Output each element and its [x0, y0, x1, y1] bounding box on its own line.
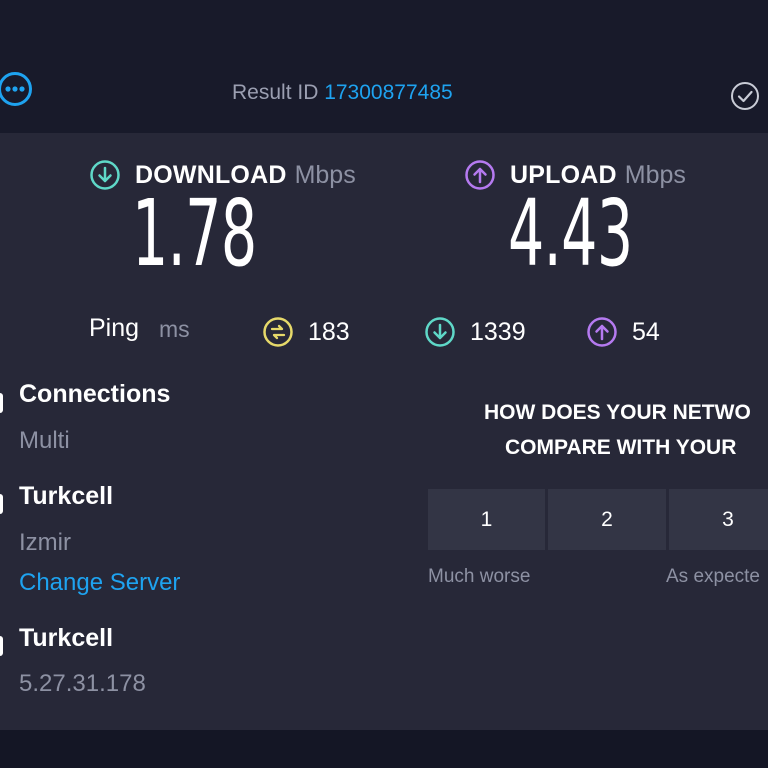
idle-latency: 183 [262, 314, 350, 350]
speedtest-result-screen: Result ID 17300877485 DOWNLOAD Mbps 1.78… [0, 0, 768, 768]
arrow-down-circle-icon [425, 317, 455, 347]
idle-latency-value: 183 [308, 317, 350, 346]
idle-latency-icon [263, 317, 293, 347]
result-panel [0, 133, 768, 730]
upload-speed-value: 4.43 [508, 180, 633, 287]
ping-label: Ping [89, 314, 140, 342]
rating-button-1[interactable]: 1 [428, 489, 545, 550]
server-icon [0, 494, 3, 514]
download-speed-value: 1.78 [132, 180, 257, 287]
upload-latency: 54 [586, 314, 660, 350]
server-location: Izmir [19, 529, 71, 556]
rating-caption-mid: As expecte [666, 566, 760, 587]
provider-name: Turkcell [19, 624, 114, 652]
check-circle-icon[interactable] [729, 80, 761, 112]
rating-button-3[interactable]: 3 [669, 489, 768, 550]
connections-title: Connections [19, 380, 171, 408]
share-icon[interactable] [0, 71, 33, 107]
ping-unit: ms [159, 316, 190, 342]
result-header-bar [0, 0, 768, 133]
connections-value[interactable]: Multi [19, 427, 70, 455]
survey-question-line1: HOW DOES YOUR NETWO [484, 401, 751, 424]
server-name: Turkcell [19, 482, 114, 510]
download-unit: Mbps [294, 160, 356, 189]
download-latency: 1339 [424, 314, 526, 350]
survey-question-line2: COMPARE WITH YOUR [505, 436, 737, 459]
result-id-link[interactable]: 17300877485 [324, 81, 452, 104]
rating-caption-low: Much worse [428, 566, 531, 587]
download-latency-value: 1339 [470, 317, 526, 346]
upload-unit: Mbps [624, 160, 686, 189]
change-server-link[interactable]: Change Server [19, 569, 180, 597]
provider-icon [0, 636, 3, 656]
connections-icon [0, 393, 3, 413]
upload-latency-value: 54 [632, 317, 660, 346]
result-id-row: Result ID 17300877485 [232, 81, 453, 105]
arrow-up-circle-icon [587, 317, 617, 347]
arrow-up-circle-icon [465, 160, 495, 190]
arrow-down-circle-icon [90, 160, 120, 190]
result-id-label: Result ID [232, 81, 319, 104]
footer-bar [0, 730, 768, 768]
rating-button-2[interactable]: 2 [548, 489, 666, 550]
provider-ip: 5.27.31.178 [19, 670, 146, 697]
